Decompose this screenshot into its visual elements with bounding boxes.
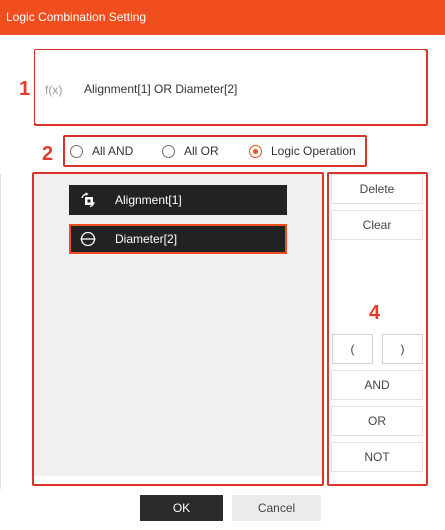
ok-button[interactable]: OK bbox=[140, 495, 223, 521]
callout-number-1: 1 bbox=[19, 78, 31, 100]
title-bar: Logic Combination Setting bbox=[0, 0, 445, 35]
radio-circle-logic-operation[interactable] bbox=[249, 144, 262, 158]
mode-radio-group: All AND All OR Logic Operation bbox=[64, 136, 366, 166]
expression-text: Alignment[1] OR Diameter[2] bbox=[84, 82, 238, 96]
radio-label-logic-operation: Logic Operation bbox=[271, 144, 356, 158]
radio-logic-operation[interactable]: Logic Operation bbox=[249, 144, 356, 158]
radio-all-and[interactable]: All AND bbox=[70, 144, 133, 158]
radio-all-or[interactable]: All OR bbox=[162, 144, 219, 158]
radio-circle-all-and[interactable] bbox=[70, 144, 83, 158]
callout-number-2: 2 bbox=[42, 143, 54, 165]
radio-label-all-or: All OR bbox=[184, 144, 219, 158]
left-divider bbox=[0, 174, 1, 489]
radio-circle-all-or[interactable] bbox=[162, 144, 175, 158]
callout-box-4 bbox=[327, 172, 428, 486]
function-label: f(x) bbox=[45, 83, 63, 97]
expression-panel: f(x) Alignment[1] OR Diameter[2] bbox=[35, 50, 425, 123]
window-title: Logic Combination Setting bbox=[6, 10, 147, 24]
cancel-button[interactable]: Cancel bbox=[232, 495, 321, 521]
radio-label-all-and: All AND bbox=[92, 144, 134, 158]
callout-box-3 bbox=[32, 172, 324, 486]
